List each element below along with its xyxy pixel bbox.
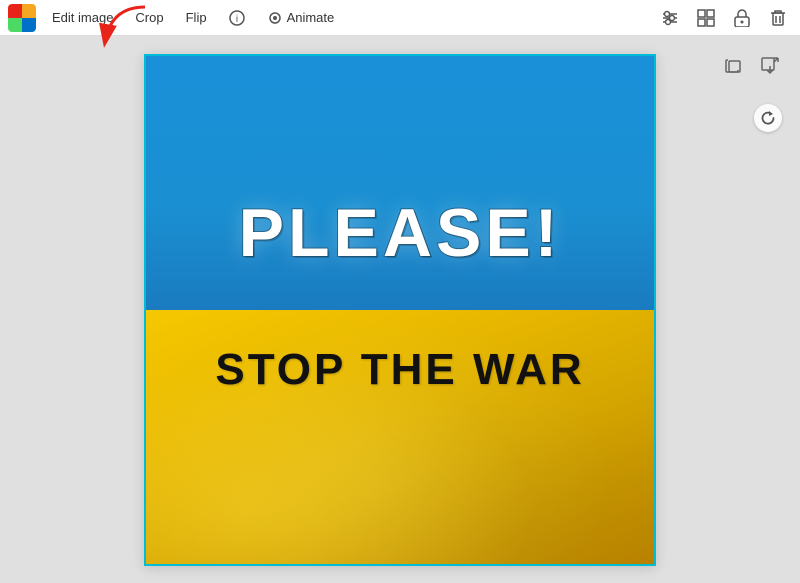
toolbar-right — [656, 4, 792, 32]
trash-icon — [770, 9, 786, 27]
animate-icon — [267, 10, 283, 26]
export-icon — [761, 57, 779, 75]
effects-button[interactable] — [656, 4, 684, 32]
ukraine-flag-image: PLEASE! STOP THE WAR — [146, 56, 654, 564]
animate-button[interactable]: Animate — [257, 4, 345, 32]
please-text: PLEASE! — [239, 194, 562, 272]
refresh-icon — [760, 110, 776, 126]
flip-label: Flip — [186, 10, 207, 25]
crop-label: Crop — [135, 10, 163, 25]
flip-button[interactable]: Flip — [176, 4, 217, 32]
lock-icon — [734, 9, 750, 27]
info-icon: i — [229, 10, 245, 26]
crop-button[interactable]: Crop — [125, 4, 173, 32]
svg-text:i: i — [235, 14, 237, 25]
delete-button[interactable] — [764, 4, 792, 32]
toolbar-left: Edit image Crop Flip i Animate — [8, 4, 654, 32]
info-button[interactable]: i — [219, 4, 255, 32]
app-logo — [8, 4, 36, 32]
stop-war-text: STOP THE WAR — [215, 345, 584, 395]
image-frame: PLEASE! STOP THE WAR — [144, 54, 656, 566]
refresh-button[interactable] — [754, 104, 782, 132]
canvas-controls — [720, 52, 784, 80]
grid-icon — [697, 9, 715, 27]
lock-button[interactable] — [728, 4, 756, 32]
animate-label: Animate — [287, 10, 335, 25]
edit-image-button[interactable]: Edit image — [42, 4, 123, 32]
edit-image-label: Edit image — [52, 10, 113, 25]
canvas-area: PLEASE! STOP THE WAR — [0, 36, 800, 583]
copy-icon — [725, 57, 743, 75]
fabric-overlay — [146, 284, 654, 563]
export-canvas-button[interactable] — [756, 52, 784, 80]
copy-canvas-button[interactable] — [720, 52, 748, 80]
toolbar: Edit image Crop Flip i Animate — [0, 0, 800, 36]
effects-icon — [661, 9, 679, 27]
grid-button[interactable] — [692, 4, 720, 32]
